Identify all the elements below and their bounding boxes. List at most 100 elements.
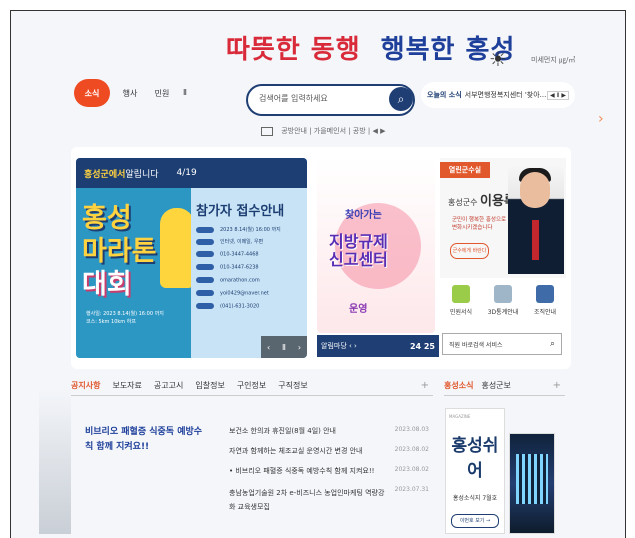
search-icon[interactable]: ⌕ bbox=[550, 339, 555, 349]
list-item[interactable]: • 비브리오 패혈증 식중독 예방수칙 함께 지켜요!! 2023.08.02 bbox=[229, 466, 429, 486]
alert-nav[interactable]: 알림마당 ‹ › 24 25 bbox=[317, 335, 439, 357]
more-plus-icon[interactable]: + bbox=[421, 380, 429, 391]
news-date: 2023.08.03 bbox=[394, 426, 429, 433]
search-icon: ⌕ bbox=[397, 92, 405, 106]
next-icon[interactable]: › bbox=[298, 343, 301, 352]
magazine-card[interactable]: MAGAZINE 홍성쉬어 홍성소식지 7월호 이번호 보기 → bbox=[445, 408, 505, 534]
list-item[interactable]: 자연과 함께하는 체조교실 운영시간 변경 안내 2023.08.02 bbox=[229, 446, 429, 466]
tab-notice[interactable]: 공지사항 bbox=[71, 380, 100, 391]
news-title[interactable]: 자연과 함께하는 체조교실 운영시간 변경 안내 bbox=[229, 446, 363, 466]
fine-dust-label: 미세먼지 ㎍/㎥ bbox=[531, 56, 576, 64]
browser-frame: 따뜻한 동행 행복한 홍성 ☀ 미세먼지 ㎍/㎥ 소식 행사 민원 Ⅱ 검색어를… bbox=[10, 10, 626, 538]
org-guide-link[interactable]: 조직안내 bbox=[526, 281, 564, 327]
participant-row: 인터넷, 이메일, 우편 bbox=[196, 238, 263, 245]
ticker-text[interactable]: 서부면행정복지센터 '찾아... bbox=[465, 90, 547, 100]
background-decoration bbox=[39, 387, 71, 534]
person-icon bbox=[536, 285, 554, 303]
stats-3d-link[interactable]: 3D통계안내 bbox=[484, 281, 522, 327]
featured-notice[interactable]: 비브리오 패혈증 식중독 예방수칙 함께 지켜요!! bbox=[85, 425, 205, 455]
banner-counter: 4/19 bbox=[176, 168, 197, 178]
participant-row: 010-3447-4468 bbox=[196, 251, 259, 258]
alert-nav-label[interactable]: 알림마당 ‹ › bbox=[321, 341, 357, 351]
tab-hongseong-bulletin[interactable]: 홍성군보 bbox=[481, 380, 510, 391]
tab-recruit[interactable]: 구인정보 bbox=[237, 380, 266, 391]
quick-links-text[interactable]: 공방안내 | 가을메인서 | 공방 | ◀ ▶ bbox=[281, 127, 385, 135]
news-ticker[interactable]: 오늘의 소식 서부면행정복지센터 '찾아... ◀ Ⅱ ▶ bbox=[421, 82, 575, 108]
magazine-top: MAGAZINE bbox=[449, 414, 471, 419]
hongseong-tabs: 홍성소식 홍성군보 + bbox=[444, 375, 565, 396]
stats-3d-label: 3D통계안내 bbox=[487, 309, 519, 316]
list-item[interactable]: 보건소 한의과 휴진일(8월 4일) 안내 2023.08.03 bbox=[229, 426, 429, 446]
search-button[interactable]: ⌕ bbox=[389, 87, 413, 111]
regulation-title: 지방규제 신고센터 bbox=[329, 233, 388, 269]
news-title[interactable]: 충남농업기술원 2차 e-비즈니스 농업인마케팅 역량강화 교육생모집 bbox=[229, 486, 389, 518]
regulation-subtitle: 찾아가는 bbox=[345, 210, 382, 221]
monitor-icon bbox=[261, 126, 273, 136]
participant-row: omarathon.com bbox=[196, 277, 260, 284]
mayor-name-line: 홍성군수 이용록 bbox=[448, 190, 516, 209]
mayor-message-2: 변화시키겠습니다 bbox=[452, 225, 493, 231]
regulation-bottom: 운영 bbox=[349, 304, 368, 315]
weather-sun-icon: ☀ bbox=[489, 47, 507, 71]
participant-row: (041)-631-3020 bbox=[196, 303, 259, 310]
participant-row: 010-3447-6238 bbox=[196, 264, 259, 271]
pause-icon[interactable]: Ⅱ bbox=[282, 343, 286, 352]
site-logo[interactable]: 따뜻한 동행 행복한 홍성 bbox=[226, 29, 515, 66]
logo-text-warm: 따뜻한 동행 bbox=[226, 35, 361, 65]
banner-header-rest: 알립니다 bbox=[125, 169, 159, 180]
side-arrow-icon: › bbox=[598, 111, 604, 127]
staff-search-input[interactable]: 직원 바로검색 서비스 ⌕ bbox=[442, 333, 562, 355]
banner-header-strong: 홍성군에서 bbox=[84, 169, 126, 180]
tab-jobseek[interactable]: 구직정보 bbox=[278, 380, 307, 391]
news-date: 2023.07.31 bbox=[394, 486, 429, 493]
mayor-photo bbox=[508, 166, 564, 274]
tab-hongseong-news[interactable]: 홍성소식 bbox=[444, 380, 473, 391]
regulation-center-banner[interactable]: 찾아가는 지방규제 신고센터 운영 bbox=[317, 158, 435, 333]
civil-forms-link[interactable]: 민원서식 bbox=[442, 281, 480, 327]
view-issue-button[interactable]: 이번호 보기 → bbox=[451, 514, 499, 528]
ask-mayor-button[interactable]: 군수에게 바란다 bbox=[450, 243, 489, 259]
news-title[interactable]: • 비브리오 패혈증 식중독 예방수칙 함께 지켜요!! bbox=[229, 466, 374, 486]
mayor-message-1: 군민이 행복한 홍성으로 bbox=[452, 217, 507, 223]
quick-links[interactable]: 공방안내 | 가을메인서 | 공방 | ◀ ▶ bbox=[261, 126, 386, 136]
magazine-title: 홍성쉬어 bbox=[451, 436, 499, 481]
participant-title: 참가자 접수안내 bbox=[196, 204, 285, 219]
tab-events[interactable]: 행사 bbox=[115, 79, 145, 107]
photo-face bbox=[520, 172, 550, 208]
tab-bid[interactable]: 입찰정보 bbox=[195, 380, 224, 391]
participant-row: yoi0429@naver.net bbox=[196, 290, 269, 297]
tab-civil-label: 민원 bbox=[154, 88, 170, 98]
search-input[interactable]: 검색어를 입력하세요 bbox=[259, 93, 328, 104]
marathon-info-course: 코스: 5km 10km 하프 bbox=[86, 319, 136, 325]
list-item[interactable]: 충남농업기술원 2차 e-비즈니스 농업인마케팅 역량강화 교육생모집 2023… bbox=[229, 486, 429, 518]
participant-row: 2023 8.14(월) 16:00 까지 bbox=[196, 226, 281, 233]
tab-news[interactable]: 소식 bbox=[74, 79, 110, 107]
more-plus-icon[interactable]: + bbox=[553, 380, 561, 391]
tab-press[interactable]: 보도자료 bbox=[112, 380, 141, 391]
tab-announcement[interactable]: 공고고시 bbox=[154, 380, 183, 391]
marathon-banner[interactable]: 홍성군에서 알립니다 4/19 홍성 마라톤 대회 행사일: 2023 8.14… bbox=[76, 158, 307, 358]
documents-icon bbox=[452, 285, 470, 303]
banner-nav[interactable]: ‹ Ⅱ › bbox=[261, 336, 307, 358]
ticker-controls[interactable]: ◀ Ⅱ ▶ bbox=[547, 90, 569, 100]
regulation-title-2: 신고센터 bbox=[329, 250, 388, 269]
pause-icon[interactable]: Ⅱ bbox=[183, 88, 193, 98]
banner-header: 홍성군에서 알립니다 4/19 bbox=[76, 158, 307, 188]
marathon-title-2: 마라톤 bbox=[82, 236, 157, 267]
civil-forms-label: 민원서식 bbox=[449, 309, 473, 316]
news-date: 2023.08.02 bbox=[394, 446, 429, 453]
tab-events-label: 행사 bbox=[122, 88, 138, 98]
mayor-office-badge[interactable]: 열린군수실 bbox=[440, 162, 490, 178]
magazine-cover[interactable] bbox=[509, 433, 555, 534]
news-date: 2023.08.02 bbox=[394, 466, 429, 473]
alert-counter: 24 25 bbox=[409, 341, 435, 351]
magazine-label: 홍성소식지 7월호 bbox=[452, 495, 498, 502]
tab-civil[interactable]: 민원 bbox=[147, 79, 177, 107]
regulation-title-1: 지방규제 bbox=[329, 232, 388, 251]
building-icon bbox=[494, 285, 512, 303]
prev-icon[interactable]: ‹ bbox=[267, 343, 270, 352]
news-title[interactable]: 보건소 한의과 휴진일(8월 4일) 안내 bbox=[229, 426, 336, 446]
tab-news-label: 소식 bbox=[84, 88, 100, 98]
photo-tie bbox=[532, 220, 539, 260]
staff-search-placeholder: 직원 바로검색 서비스 bbox=[449, 341, 503, 349]
